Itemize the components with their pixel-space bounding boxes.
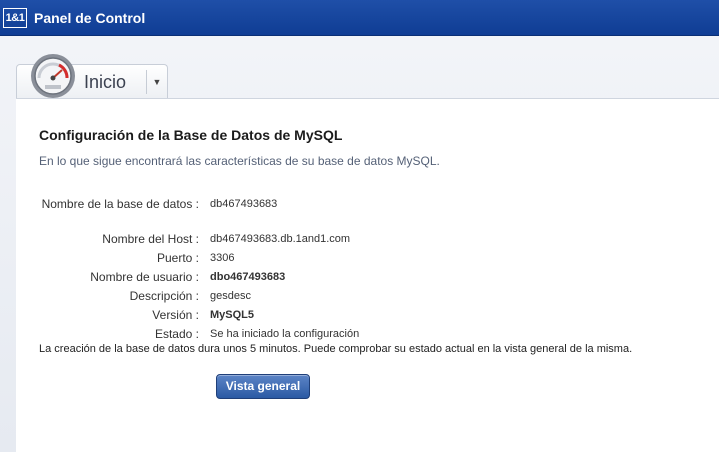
tab-divider: [146, 70, 147, 94]
value-usuario: dbo467493683: [210, 271, 286, 283]
tab-dropdown-caret-icon[interactable]: ▼: [148, 72, 166, 92]
gauge-icon: [31, 54, 75, 98]
creation-note: La creación de la base de datos dura uno…: [39, 343, 633, 355]
value-host: db467493683.db.1and1.com: [210, 233, 351, 245]
top-bar: 1&1 Panel de Control: [0, 0, 719, 36]
value-estado: Se ha iniciado la configuración: [210, 328, 360, 340]
app-title: Panel de Control: [34, 10, 146, 26]
value-version: MySQL5: [210, 309, 255, 321]
value-nombre-base: db467493683: [210, 198, 278, 210]
intro-text: En lo que sigue encontrará las caracterí…: [39, 154, 440, 168]
label-puerto: Puerto :: [156, 251, 199, 265]
tab-label[interactable]: Inicio: [84, 72, 126, 93]
label-usuario: Nombre de usuario :: [90, 270, 199, 284]
label-version: Versión :: [152, 308, 199, 322]
label-host: Nombre del Host :: [102, 232, 199, 246]
label-nombre-base: Nombre de la base de datos :: [41, 197, 199, 211]
page-title: Configuración de la Base de Datos de MyS…: [39, 127, 343, 143]
label-estado: Estado :: [154, 327, 199, 341]
label-descripcion: Descripción :: [129, 289, 199, 303]
brand-logo[interactable]: 1&1: [3, 8, 27, 28]
vista-general-button[interactable]: Vista general: [216, 374, 310, 399]
value-descripcion: gesdesc: [210, 290, 251, 302]
value-puerto: 3306: [210, 252, 235, 264]
